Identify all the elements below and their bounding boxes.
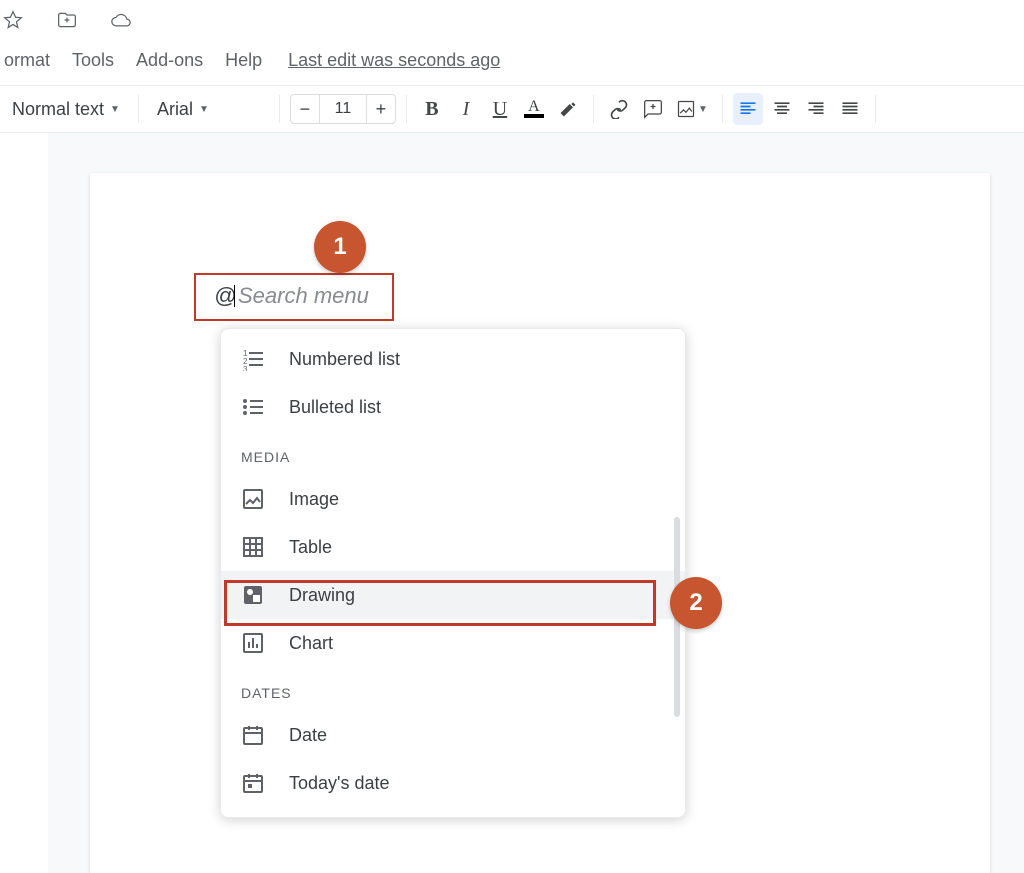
calendar-today-icon [241,771,265,795]
numbered-list-icon: 123 [241,347,265,371]
font-size-group: − + [290,94,396,124]
document-page[interactable]: @ Search menu 1 123 Numbered list Bullet… [90,173,990,873]
font-size-decrease-button[interactable]: − [290,94,320,124]
font-size-increase-button[interactable]: + [366,94,396,124]
search-menu-placeholder: Search menu [238,283,369,309]
star-icon[interactable] [0,4,28,36]
at-mention-dropdown: 123 Numbered list Bulleted list MEDIA Im… [220,328,686,818]
annotation-marker-1: 1 [314,221,366,273]
chevron-down-icon: ▼ [199,104,209,115]
move-icon[interactable] [52,4,82,36]
toolbar: Normal text ▼ Arial ▼ − + B I U A ▼ [0,85,1024,133]
dropdown-label: Drawing [289,585,355,606]
drawing-icon [241,583,265,607]
svg-text:3: 3 [243,365,248,371]
align-left-button[interactable] [733,93,763,125]
dropdown-item-image[interactable]: Image [221,475,685,523]
insert-link-button[interactable] [604,93,634,125]
dropdown-section-dates: DATES [221,667,685,711]
table-icon [241,535,265,559]
menu-tools[interactable]: Tools [72,50,114,71]
menubar: ormat Tools Add-ons Help Last edit was s… [0,44,1024,85]
text-cursor [234,285,235,307]
titlebar-actions [0,0,1024,44]
calendar-icon [241,723,265,747]
dropdown-item-chart[interactable]: Chart [221,619,685,667]
dropdown-label: Today's date [289,773,390,794]
dropdown-item-table[interactable]: Table [221,523,685,571]
menu-help[interactable]: Help [225,50,262,71]
menu-addons[interactable]: Add-ons [136,50,203,71]
font-family-label: Arial [157,99,193,120]
dropdown-item-bulleted-list[interactable]: Bulleted list [221,383,685,431]
image-icon [241,487,265,511]
chevron-down-icon: ▼ [698,104,708,115]
paragraph-style-select[interactable]: Normal text ▼ [4,99,128,120]
insert-image-button[interactable]: ▼ [672,93,712,125]
dropdown-label: Table [289,537,332,558]
separator [722,95,723,123]
separator [593,95,594,123]
separator [279,95,280,123]
separator [138,95,139,123]
text-color-bar [524,114,544,118]
separator [406,95,407,123]
italic-button[interactable]: I [451,93,481,125]
align-center-button[interactable] [767,93,797,125]
dropdown-item-date[interactable]: Date [221,711,685,759]
separator [875,95,876,123]
dropdown-label: Chart [289,633,333,654]
vertical-ruler [0,133,48,873]
add-comment-button[interactable] [638,93,668,125]
dropdown-item-todays-date[interactable]: Today's date [221,759,685,807]
bulleted-list-icon [241,395,265,419]
highlight-color-button[interactable] [553,93,583,125]
dropdown-label: Image [289,489,339,510]
chart-icon [241,631,265,655]
dropdown-section-media: MEDIA [221,431,685,475]
bold-button[interactable]: B [417,93,447,125]
cloud-status-icon[interactable] [106,4,136,36]
at-mention-prefix: @ [214,283,236,309]
align-justify-button[interactable] [835,93,865,125]
dropdown-label: Numbered list [289,349,400,370]
text-color-letter: A [528,100,540,114]
last-edit-link[interactable]: Last edit was seconds ago [288,50,500,71]
dropdown-item-drawing[interactable]: Drawing [221,571,685,619]
font-size-input[interactable] [320,94,366,124]
document-canvas: @ Search menu 1 123 Numbered list Bullet… [0,133,1024,873]
paragraph-style-label: Normal text [12,99,104,120]
menu-format[interactable]: ormat [4,50,50,71]
dropdown-item-numbered-list[interactable]: 123 Numbered list [221,335,685,383]
align-right-button[interactable] [801,93,831,125]
font-family-select[interactable]: Arial ▼ [149,99,269,120]
underline-button[interactable]: U [485,93,515,125]
dropdown-label: Bulleted list [289,397,381,418]
annotation-marker-2: 2 [670,577,722,629]
chevron-down-icon: ▼ [110,104,120,115]
text-color-button[interactable]: A [519,93,549,125]
dropdown-label: Date [289,725,327,746]
